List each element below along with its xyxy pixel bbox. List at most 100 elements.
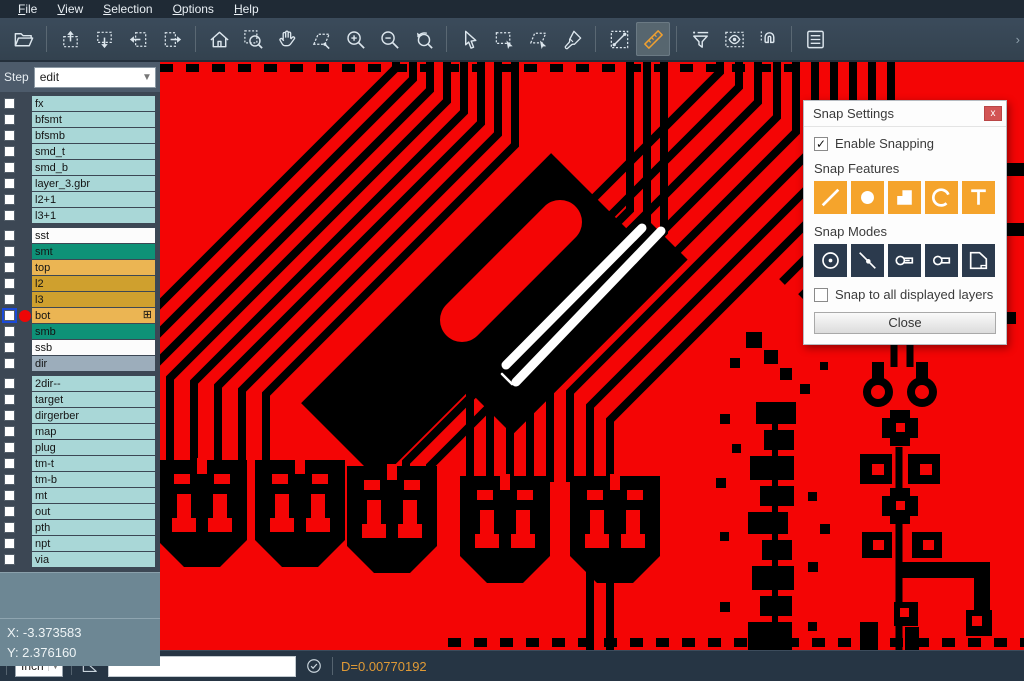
enable-snapping-checkbox[interactable]: ✓ [814, 137, 828, 151]
layer-checkbox[interactable] [4, 426, 15, 437]
layer-name-cell[interactable]: bfsmt [32, 112, 155, 127]
menu-item-file[interactable]: File [8, 0, 47, 18]
layer-checkbox[interactable] [4, 522, 15, 533]
layer-row-plug[interactable]: plug [0, 440, 160, 455]
layer-checkbox[interactable] [4, 342, 15, 353]
layer-checkbox[interactable] [4, 358, 15, 369]
layer-checkbox[interactable] [4, 506, 15, 517]
close-icon[interactable]: x [984, 106, 1002, 121]
zoom-previous-button[interactable] [406, 22, 440, 56]
layer-checkbox[interactable] [4, 162, 15, 173]
layer-name-cell[interactable]: mt [32, 488, 155, 503]
layer-name-cell[interactable]: via [32, 552, 155, 567]
layer-row-via[interactable]: via [0, 552, 160, 567]
layer-checkbox[interactable] [4, 246, 15, 257]
layer-row-smt[interactable]: smt [0, 244, 160, 259]
snap-feature-arc-button[interactable] [925, 181, 958, 214]
layer-row-map[interactable]: map [0, 424, 160, 439]
layer-row-smd_b[interactable]: smd_b [0, 160, 160, 175]
snap-feature-pad-button[interactable] [851, 181, 884, 214]
snap-magnet-button[interactable] [751, 22, 785, 56]
layer-row-l2[interactable]: l2 [0, 276, 160, 291]
layer-name-cell[interactable]: target [32, 392, 155, 407]
layer-row-ssb[interactable]: ssb [0, 340, 160, 355]
layer-row-l2+1[interactable]: l2+1 [0, 192, 160, 207]
layer-checkbox[interactable] [4, 310, 15, 321]
layer-name-cell[interactable]: npt [32, 536, 155, 551]
layer-checkbox[interactable] [4, 554, 15, 565]
layer-name-cell[interactable]: dirgerber [32, 408, 155, 423]
layer-row-smb[interactable]: smb [0, 324, 160, 339]
layer-checkbox[interactable] [4, 130, 15, 141]
layer-checkbox[interactable] [4, 490, 15, 501]
snap-feature-line-button[interactable] [814, 181, 847, 214]
layer-row-fx[interactable]: fx [0, 96, 160, 111]
pan-down-button[interactable] [87, 22, 121, 56]
zoom-in-button[interactable] [338, 22, 372, 56]
open-folder-button[interactable] [6, 22, 40, 56]
layer-row-layer_3.gbr[interactable]: layer_3.gbr [0, 176, 160, 191]
layer-name-cell[interactable]: l3 [32, 292, 155, 307]
layer-checkbox[interactable] [4, 210, 15, 221]
select-polygon-button[interactable] [521, 22, 555, 56]
layer-name-cell[interactable]: l2 [32, 276, 155, 291]
menu-item-selection[interactable]: Selection [93, 0, 162, 18]
layer-name-cell[interactable]: plug [32, 440, 155, 455]
layer-row-out[interactable]: out [0, 504, 160, 519]
layer-name-cell[interactable]: l2+1 [32, 192, 155, 207]
snap-mode-slot-open-button[interactable] [925, 244, 958, 277]
layer-name-cell[interactable]: smb [32, 324, 155, 339]
filter-button[interactable] [683, 22, 717, 56]
snap-all-layers-checkbox[interactable] [814, 288, 828, 302]
layer-checkbox[interactable] [4, 262, 15, 273]
view-visibility-button[interactable] [717, 22, 751, 56]
layer-name-cell[interactable]: smd_t [32, 144, 155, 159]
layer-name-cell[interactable]: ssb [32, 340, 155, 355]
ruler-button[interactable] [636, 22, 670, 56]
zoom-area-button[interactable] [236, 22, 270, 56]
layer-row-bfsmb[interactable]: bfsmb [0, 128, 160, 143]
layer-row-bfsmt[interactable]: bfsmt [0, 112, 160, 127]
layer-row-sst[interactable]: sst [0, 228, 160, 243]
layer-row-bot[interactable]: bot⊞ [0, 308, 160, 323]
pan-up-button[interactable] [53, 22, 87, 56]
layer-checkbox[interactable] [4, 442, 15, 453]
layer-checkbox[interactable] [4, 230, 15, 241]
close-button[interactable]: Close [814, 312, 996, 334]
snap-mode-center-button[interactable] [814, 244, 847, 277]
layer-name-cell[interactable]: top [32, 260, 155, 275]
menu-item-help[interactable]: Help [224, 0, 269, 18]
layer-checkbox[interactable] [4, 194, 15, 205]
snap-mode-midline-button[interactable] [851, 244, 884, 277]
layer-name-cell[interactable]: l3+1 [32, 208, 155, 223]
layer-row-dir[interactable]: dir [0, 356, 160, 371]
layer-checkbox[interactable] [4, 378, 15, 389]
layer-name-cell[interactable]: layer_3.gbr [32, 176, 155, 191]
layer-row-l3+1[interactable]: l3+1 [0, 208, 160, 223]
layer-checkbox[interactable] [4, 326, 15, 337]
menu-item-options[interactable]: Options [163, 0, 224, 18]
menu-item-view[interactable]: View [47, 0, 93, 18]
zoom-out-button[interactable] [372, 22, 406, 56]
home-button[interactable] [202, 22, 236, 56]
layer-name-cell[interactable]: tm-t [32, 456, 155, 471]
snap-mode-corner-button[interactable] [962, 244, 995, 277]
layer-checkbox[interactable] [4, 394, 15, 405]
dialog-title-bar[interactable]: Snap Settings x [804, 101, 1006, 127]
layer-name-cell[interactable]: smt [32, 244, 155, 259]
layer-name-cell[interactable]: tm-b [32, 472, 155, 487]
layer-row-tm-b[interactable]: tm-b [0, 472, 160, 487]
layer-name-cell[interactable]: sst [32, 228, 155, 243]
layer-row-npt[interactable]: npt [0, 536, 160, 551]
layer-row-target[interactable]: target [0, 392, 160, 407]
layer-name-cell[interactable]: 2dir-- [32, 376, 155, 391]
layer-checkbox[interactable] [4, 458, 15, 469]
layer-row-2dir--[interactable]: 2dir-- [0, 376, 160, 391]
step-select[interactable]: edit ▼ [34, 67, 156, 88]
select-rect-button[interactable] [487, 22, 521, 56]
layer-checkbox[interactable] [4, 278, 15, 289]
layer-checkbox[interactable] [4, 114, 15, 125]
layer-name-cell[interactable]: pth [32, 520, 155, 535]
snap-feature-surface-button[interactable] [888, 181, 921, 214]
select-brush-button[interactable] [555, 22, 589, 56]
